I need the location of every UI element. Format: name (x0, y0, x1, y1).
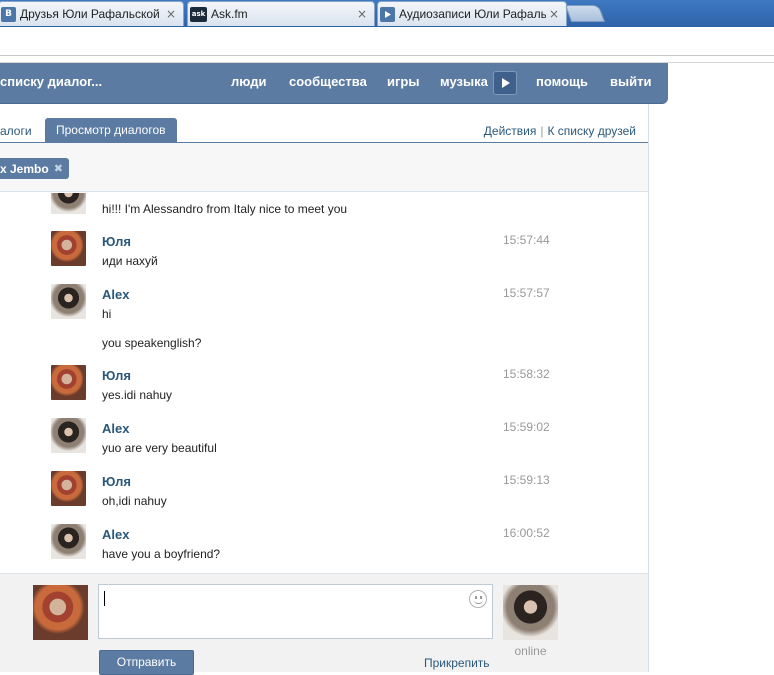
site-header: списку диалог... люди сообщества игры му… (0, 63, 668, 104)
tab-actions: Действия | К списку друзей (484, 124, 636, 138)
browser-tab-title: Ask.fm (211, 7, 248, 21)
browser-tab-askfm[interactable]: ask Ask.fm × (187, 1, 375, 26)
peer-bar: x Jembo ✖ (0, 143, 648, 192)
online-status: online (514, 644, 547, 658)
message-author[interactable]: Alex (102, 527, 129, 542)
attach-link[interactable]: Прикрепить (424, 656, 490, 670)
message-text: иди нахуй (102, 254, 158, 268)
avatar[interactable] (51, 524, 86, 559)
avatar[interactable] (51, 471, 86, 506)
play-button[interactable] (493, 71, 517, 95)
avatar[interactable] (51, 418, 86, 453)
peer-name: x Jembo (0, 161, 49, 176)
nav-communities[interactable]: сообщества (289, 74, 367, 89)
toolbar-divider (0, 55, 774, 56)
message-text: yuo are very beautiful (102, 441, 217, 455)
message-text: you speakenglish? (102, 336, 202, 350)
askfm-favicon-icon: ask (190, 6, 207, 22)
message-author[interactable]: Alex (102, 287, 129, 302)
browser-tab-strip: B Друзья Юли Рафальской | 5 × ask Ask.fm… (0, 0, 774, 27)
back-to-dialogs-link[interactable]: списку диалог... (0, 74, 102, 89)
message-time: 15:57:57 (503, 286, 550, 300)
vk-favicon-icon: B (1, 6, 16, 22)
smiley-icon[interactable] (469, 590, 487, 608)
message-time: 15:59:02 (503, 420, 550, 434)
actions-link[interactable]: Действия (484, 124, 537, 138)
close-icon[interactable]: × (546, 7, 562, 21)
message-time: 15:57:44 (503, 233, 550, 247)
message-text: oh,idi nahuy (102, 494, 167, 508)
message-author[interactable]: Юля (102, 474, 131, 489)
nav-logout[interactable]: выйти (610, 74, 651, 89)
peer-chip[interactable]: x Jembo ✖ (0, 158, 69, 179)
nav-music[interactable]: музыка (440, 74, 488, 89)
avatar[interactable] (51, 231, 86, 266)
friends-list-link[interactable]: К списку друзей (547, 124, 636, 138)
browser-tab-title: Аудиозаписи Юли Рафальско (399, 7, 546, 21)
link-separator: | (540, 124, 544, 138)
nav-help[interactable]: помощь (536, 74, 588, 89)
browser-tab-friends[interactable]: B Друзья Юли Рафальской | 5 × (0, 1, 184, 26)
message-list: hi!!! I'm Alessandro from Italy nice to … (0, 193, 648, 573)
content-border (648, 104, 649, 672)
message-text: have you a boyfriend? (102, 547, 221, 561)
message-author[interactable]: Alex (102, 421, 129, 436)
browser-toolbar (0, 27, 774, 63)
tab-view-dialogs[interactable]: Просмотр диалогов (45, 118, 177, 143)
avatar[interactable] (51, 193, 86, 214)
message-composer: online Отправить Прикрепить (0, 573, 648, 675)
browser-tab-audio[interactable]: Аудиозаписи Юли Рафальско × (377, 1, 567, 26)
remove-icon[interactable]: ✖ (54, 162, 63, 175)
message-text: hi (102, 307, 112, 321)
dialog-tabs: алоги Просмотр диалогов Действия | К списк… (0, 104, 648, 143)
message-time: 15:59:13 (503, 473, 550, 487)
message-input[interactable] (98, 584, 493, 639)
nav-games[interactable]: игры (387, 74, 419, 89)
text-caret (104, 591, 105, 606)
play-icon (502, 78, 510, 88)
avatar[interactable] (51, 365, 86, 400)
close-icon[interactable]: × (163, 7, 179, 21)
send-button[interactable]: Отправить (99, 650, 194, 675)
message-text: yes.idi nahuy (102, 388, 173, 402)
close-icon[interactable]: × (354, 7, 370, 21)
browser-tab-title: Друзья Юли Рафальской | 5 (20, 7, 163, 21)
my-avatar[interactable] (33, 585, 88, 640)
message-time: 16:00:52 (503, 526, 550, 540)
avatar[interactable] (51, 284, 86, 319)
nav-people[interactable]: люди (231, 74, 266, 89)
message-author[interactable]: Юля (102, 234, 131, 249)
tab-dialogs[interactable]: алоги (0, 124, 32, 138)
new-tab-button[interactable] (564, 5, 606, 22)
message-author[interactable]: Юля (102, 368, 131, 383)
message-time: 15:58:32 (503, 367, 550, 381)
audio-favicon-icon (380, 6, 395, 22)
peer-avatar[interactable] (503, 585, 558, 640)
message-text: hi!!! I'm Alessandro from Italy nice to … (102, 202, 348, 216)
